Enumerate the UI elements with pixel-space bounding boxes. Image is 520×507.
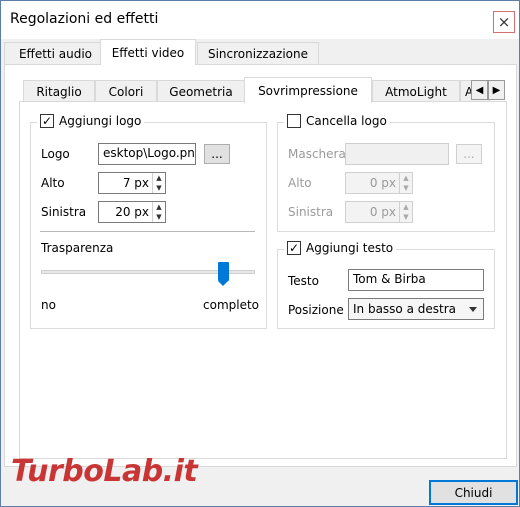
sinistra-spinbox[interactable]: 20 px ▲ ▼	[98, 201, 166, 223]
testo-field[interactable]: Tom & Birba	[348, 269, 484, 291]
spin-up-icon[interactable]: ▲	[400, 173, 412, 183]
spin-down-icon[interactable]: ▼	[153, 212, 165, 222]
cancella-group: Cancella logo Maschera ... Alto 0 px ▲ ▼ …	[277, 114, 495, 232]
aggiungi-testo-label: Aggiungi testo	[306, 241, 394, 255]
effetti-video-page: Ritaglio Colori Geometria Sovrimpression…	[4, 64, 517, 467]
logo-path-field[interactable]: esktop\Logo.png	[98, 143, 196, 165]
cancella-sinistra-label: Sinistra	[288, 205, 334, 219]
title-bar: Regolazioni ed effetti ×	[1, 1, 519, 39]
cancella-sinistra-value: 0 px	[369, 205, 396, 219]
maschera-label: Maschera	[288, 147, 346, 161]
separator	[40, 231, 255, 232]
alto-label: Alto	[41, 176, 65, 190]
aggiungi-logo-checkbox[interactable]: ✓	[40, 114, 54, 128]
alto-spinbox[interactable]: 7 px ▲ ▼	[98, 172, 166, 194]
dialog-window: Regolazioni ed effetti × Effetti audio E…	[0, 0, 520, 507]
scroll-left-icon[interactable]: ◀	[471, 80, 488, 100]
tab-sovrimpressione[interactable]: Sovrimpressione	[244, 77, 372, 103]
tab-geometria[interactable]: Geometria	[157, 80, 245, 102]
posizione-value: In basso a destra	[353, 302, 457, 316]
cancella-alto-label: Alto	[288, 176, 312, 190]
trasparenza-slider-thumb[interactable]	[217, 262, 229, 286]
aggiungi-testo-checkbox[interactable]: ✓	[287, 241, 301, 255]
window-title: Regolazioni ed effetti	[10, 11, 159, 27]
logo-browse-button[interactable]: ...	[204, 144, 230, 164]
turbolab-watermark: TurboLab.it	[11, 454, 198, 489]
cancella-alto-value: 0 px	[369, 176, 396, 190]
cancella-logo-checkbox[interactable]	[287, 114, 301, 128]
tab-atmolight[interactable]: AtmoLight	[372, 80, 460, 102]
aggiungi-logo-label: Aggiungi logo	[59, 114, 142, 128]
maschera-browse-button[interactable]: ...	[456, 144, 482, 164]
sinistra-label: Sinistra	[41, 205, 87, 219]
spin-up-icon[interactable]: ▲	[400, 202, 412, 212]
posizione-dropdown[interactable]: In basso a destra	[348, 298, 484, 320]
cancella-logo-label: Cancella logo	[306, 114, 387, 128]
alto-value: 7 px	[122, 176, 149, 190]
sovrimpressione-page: ✓ Aggiungi logo Logo esktop\Logo.png ...…	[19, 101, 507, 459]
tab-effetti-audio[interactable]: Effetti audio	[4, 42, 107, 64]
spin-up-icon[interactable]: ▲	[153, 173, 165, 183]
logo-group-header: ✓ Aggiungi logo	[37, 114, 145, 128]
spin-down-icon[interactable]: ▼	[153, 183, 165, 193]
tab-scroll-arrows: ◀ ▶	[471, 80, 505, 100]
maschera-field[interactable]	[345, 143, 449, 165]
trasparenza-label: Trasparenza	[41, 241, 114, 255]
cancella-group-header: Cancella logo	[284, 114, 390, 128]
spin-down-icon[interactable]: ▼	[400, 183, 412, 193]
cancella-sinistra-spinbox[interactable]: 0 px ▲ ▼	[345, 201, 413, 223]
sinistra-value: 20 px	[115, 205, 149, 219]
posizione-label: Posizione	[288, 303, 344, 317]
main-tab-bar: Effetti audio Effetti video Sincronizzaz…	[1, 39, 519, 65]
tab-effetti-video[interactable]: Effetti video	[100, 39, 196, 65]
testo-group: ✓ Aggiungi testo Testo Tom & Birba Posiz…	[277, 241, 495, 329]
tab-colori[interactable]: Colori	[95, 80, 157, 102]
testo-label: Testo	[288, 274, 319, 288]
slider-max-label: completo	[203, 298, 260, 312]
scroll-right-icon[interactable]: ▶	[488, 80, 505, 100]
testo-group-header: ✓ Aggiungi testo	[284, 241, 397, 255]
chevron-down-icon	[469, 307, 477, 312]
logo-label: Logo	[41, 147, 70, 161]
tab-ritaglio[interactable]: Ritaglio	[23, 80, 95, 102]
spin-down-icon[interactable]: ▼	[400, 212, 412, 222]
chiudi-button[interactable]: Chiudi	[429, 480, 518, 505]
slider-min-label: no	[41, 298, 56, 312]
cancella-alto-spinbox[interactable]: 0 px ▲ ▼	[345, 172, 413, 194]
logo-group: ✓ Aggiungi logo Logo esktop\Logo.png ...…	[30, 114, 267, 329]
tab-sincronizzazione[interactable]: Sincronizzazione	[197, 42, 319, 64]
close-icon[interactable]: ×	[493, 11, 515, 33]
spin-up-icon[interactable]: ▲	[153, 202, 165, 212]
